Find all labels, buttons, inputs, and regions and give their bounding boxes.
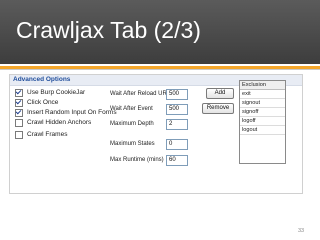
slide-title: Crawljax Tab (2/3) <box>16 17 201 43</box>
max-runtime-input[interactable]: 60 <box>166 155 188 166</box>
option-crawl-hidden-anchors[interactable]: Crawl Hidden Anchors <box>15 118 91 127</box>
exclusion-header: Exclusion <box>240 81 285 90</box>
page-number: 33 <box>298 228 305 234</box>
checkbox-checked[interactable] <box>15 98 23 107</box>
max-states-input[interactable]: 0 <box>166 139 188 150</box>
max-depth-label: Maximum Depth <box>110 121 154 127</box>
max-runtime-label: Max Runtime (mins) <box>110 157 164 163</box>
option-label: Use Burp CookieJar <box>27 89 86 96</box>
slide-title-bar: Crawljax Tab (2/3) <box>0 0 320 64</box>
checkbox-unchecked[interactable] <box>15 118 23 127</box>
option-label: Insert Random Input On Forms <box>27 109 117 116</box>
wait-after-reload-label: Wait After Reload URL <box>110 91 171 97</box>
exclusion-list[interactable]: Exclusion exit signout signoff logoff lo… <box>239 80 286 164</box>
checkbox-unchecked[interactable] <box>15 130 23 139</box>
remove-button[interactable]: Remove <box>202 103 234 114</box>
divider <box>0 69 320 70</box>
option-use-burp-cookiejar[interactable]: Use Burp CookieJar <box>15 88 85 97</box>
add-button[interactable]: Add <box>206 88 234 99</box>
checkbox-checked[interactable] <box>15 108 23 117</box>
option-label: Click Once <box>27 99 59 106</box>
exclusion-item[interactable]: logoff <box>240 117 285 126</box>
wait-after-reload-input[interactable]: 500 <box>166 89 188 100</box>
option-label: Crawl Frames <box>27 131 68 138</box>
panel-title: Advanced Options <box>13 76 71 83</box>
checkbox-checked[interactable] <box>15 88 23 97</box>
exclusion-item[interactable]: logout <box>240 126 285 135</box>
option-label: Crawl Hidden Anchors <box>27 119 92 126</box>
option-crawl-frames[interactable]: Crawl Frames <box>15 130 67 139</box>
max-states-label: Maximum States <box>110 141 155 147</box>
exclusion-item[interactable]: signoff <box>240 108 285 117</box>
option-click-once[interactable]: Click Once <box>15 98 58 107</box>
exclusion-item[interactable]: exit <box>240 90 285 99</box>
advanced-options-panel: Advanced Options Use Burp CookieJar Clic… <box>9 74 303 194</box>
exclusion-item[interactable]: signout <box>240 99 285 108</box>
wait-after-event-input[interactable]: 500 <box>166 104 188 115</box>
max-depth-input[interactable]: 2 <box>166 119 188 130</box>
option-insert-random-input[interactable]: Insert Random Input On Forms <box>15 108 117 117</box>
wait-after-event-label: Wait After Event <box>110 106 153 112</box>
